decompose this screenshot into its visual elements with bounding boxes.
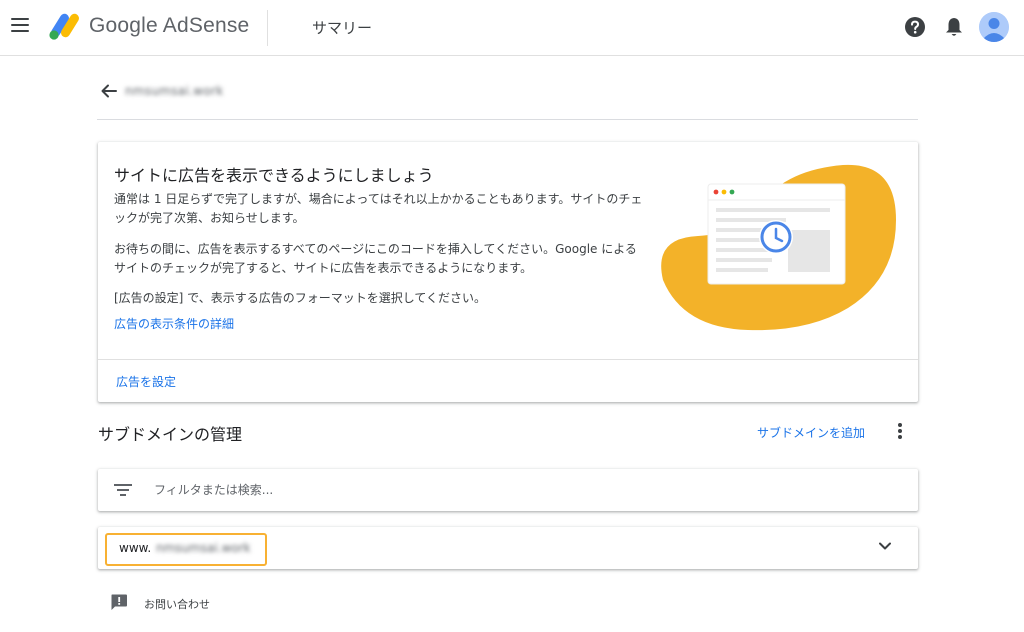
more-vert-icon[interactable] <box>893 423 907 441</box>
feedback-icon <box>111 594 127 610</box>
card-heading: サイトに広告を表示できるようにしましょう <box>114 166 434 185</box>
card-paragraph-code: お待ちの間に、広告を表示するすべてのページにこのコードを挿入してください。Goo… <box>114 242 637 275</box>
back-arrow-icon[interactable] <box>100 82 118 100</box>
avatar-icon[interactable] <box>979 12 1009 42</box>
subdomain-prefix: www. <box>119 541 152 555</box>
filter-icon[interactable] <box>114 483 132 497</box>
menu-icon[interactable] <box>11 18 29 32</box>
adsense-logo-icon[interactable] <box>48 12 82 40</box>
site-ready-card: サイトに広告を表示できるようにしましょう 通常は 1 日足らずで完了しますが、場… <box>98 142 918 402</box>
feedback-button[interactable]: お問い合わせ <box>110 593 230 613</box>
ad-settings-link[interactable]: 広告を設定 <box>116 373 176 390</box>
subdomain-row[interactable]: www. nmsumsai.work <box>98 527 918 569</box>
header-divider <box>267 10 268 46</box>
filter-bar <box>98 469 918 511</box>
card-paragraph-review: 通常は 1 日足らずで完了しますが、場合によってはそれ以上かかることもあります。… <box>114 192 643 225</box>
card-divider <box>98 359 918 360</box>
feedback-label: お問い合わせ <box>144 598 210 611</box>
filter-search-input[interactable] <box>154 479 854 501</box>
top-app-bar: Google AdSense サマリー <box>0 0 1024 56</box>
subdomain-domain: nmsumsai.work <box>156 541 251 555</box>
site-name: nmsumsai.work <box>125 84 224 98</box>
ad-requirements-link[interactable]: 広告の表示条件の詳細 <box>114 315 234 332</box>
subdomain-section-title: サブドメインの管理 <box>98 425 243 444</box>
brand-name: Google AdSense <box>89 14 250 37</box>
bell-icon[interactable] <box>944 16 964 38</box>
page-title: サマリー <box>312 19 373 37</box>
card-paragraph-format: [広告の設定] で、表示する広告のフォーマットを選択してください。 <box>114 291 486 305</box>
breadcrumb-divider <box>97 119 918 120</box>
add-subdomain-link[interactable]: サブドメインを追加 <box>757 424 865 441</box>
help-icon[interactable] <box>904 16 926 38</box>
site-review-illustration <box>661 164 896 331</box>
chevron-down-icon[interactable] <box>879 542 891 550</box>
